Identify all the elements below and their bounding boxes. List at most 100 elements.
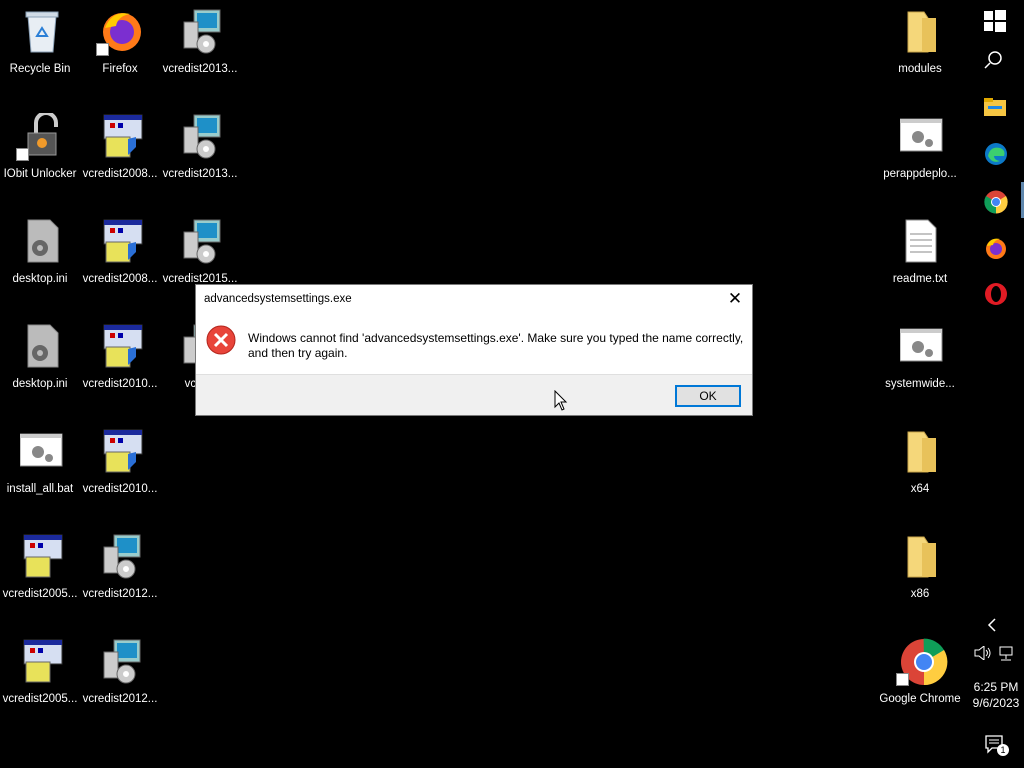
desktop-icon-recycle-bin[interactable]: Recycle Bin (0, 4, 80, 104)
setup-icon (20, 533, 64, 579)
icon-label: x86 (910, 588, 930, 600)
action-center-button[interactable]: 1 (968, 724, 1024, 768)
setup-icon (100, 323, 144, 369)
setup-icon (100, 113, 144, 159)
clock-date[interactable]: 9/6/2023 (968, 695, 1024, 711)
shortcut-arrow-icon (16, 148, 29, 161)
network-icon (999, 646, 1013, 661)
desktop-icon-modules[interactable]: modules (880, 4, 960, 104)
icon-label: vcredist2013... (162, 63, 238, 75)
desktop-icon-vcredist2013-b[interactable]: vcredist2013... (160, 109, 240, 209)
chevron-left-icon (987, 618, 996, 632)
desktop-icon-x64[interactable]: x64 (880, 424, 960, 524)
icon-label: perappdeplo... (883, 168, 957, 180)
setup-icon (100, 428, 144, 474)
file-explorer-button[interactable] (968, 86, 1024, 130)
search-button[interactable] (968, 40, 1024, 84)
desktop-icon-vcredist2010-b[interactable]: vcredist2010... (80, 424, 160, 524)
opera-icon (985, 283, 1007, 305)
dialog-title: advancedsystemsettings.exe (204, 293, 352, 305)
icon-label: vcredist2012... (82, 588, 158, 600)
icon-label: IObit Unlocker (3, 168, 77, 180)
icon-label: vcredist2008... (82, 273, 158, 285)
edge-button[interactable] (968, 132, 1024, 176)
iobit-unlocker-icon (16, 111, 64, 161)
icon-label: vcredist2010... (82, 378, 158, 390)
error-message: Windows cannot find 'advancedsystemsetti… (248, 331, 744, 360)
close-button[interactable]: ✕ (718, 285, 752, 313)
error-dialog: advancedsystemsettings.exe ✕ Windows can… (195, 284, 753, 416)
icon-label: systemwide... (885, 378, 955, 390)
desktop-icon-desktop-ini-a[interactable]: desktop.ini (0, 214, 80, 314)
opera-taskbar-button[interactable] (968, 272, 1024, 316)
desktop-icon-x86[interactable]: x86 (880, 529, 960, 629)
settings-file-icon (20, 218, 64, 264)
installer-icon (180, 113, 224, 159)
desktop-icon-vcredist2013-a[interactable]: vcredist2013... (160, 4, 240, 104)
edge-icon (985, 143, 1007, 165)
desktop-icon-vcredist2008-b[interactable]: vcredist2008... (80, 214, 160, 314)
firefox-icon (986, 238, 1006, 259)
setup-icon (100, 218, 144, 264)
icon-label: Google Chrome (879, 693, 961, 705)
error-icon (206, 325, 236, 360)
search-icon (984, 51, 1002, 69)
desktop-icon-google-chrome[interactable]: Google Chrome (879, 634, 961, 734)
installer-icon (100, 638, 144, 684)
desktop-icon-firefox[interactable]: Firefox (80, 4, 160, 104)
batch-file-icon (899, 113, 944, 159)
show-hidden-icons-button[interactable] (968, 610, 1024, 640)
desktop-icon-iobit-unlocker[interactable]: IObit Unlocker (0, 109, 80, 209)
taskbar: 6:25 PM 9/6/2023 1 (968, 0, 1024, 768)
chrome-icon (896, 638, 948, 686)
mouse-cursor-icon (554, 389, 568, 417)
icon-label: vcredist2013... (162, 168, 238, 180)
desktop-icon-vcredist2005-a[interactable]: vcredist2005... (0, 529, 80, 629)
desktop-icon-vcredist2008-a[interactable]: vcredist2008... (80, 109, 160, 209)
desktop-icon-perappdeploy[interactable]: perappdeplo... (880, 109, 960, 209)
batch-file-icon (19, 428, 64, 474)
start-button[interactable] (968, 0, 1024, 44)
folder-icon (900, 428, 944, 474)
installer-icon (180, 218, 224, 264)
installer-icon (180, 8, 224, 54)
icon-label: modules (898, 63, 942, 75)
icon-label: Firefox (102, 63, 138, 75)
icon-label: vcredist2005... (2, 588, 78, 600)
text-file-icon (900, 218, 944, 264)
icon-label: desktop.ini (12, 273, 68, 285)
dialog-footer: OK (196, 374, 752, 415)
ok-button[interactable]: OK (675, 385, 741, 407)
desktop-icon-readme[interactable]: readme.txt (880, 214, 960, 314)
icon-label: desktop.ini (12, 378, 68, 390)
network-button[interactable] (996, 640, 1024, 668)
desktop-icon-systemwide[interactable]: systemwide... (880, 319, 960, 419)
firefox-taskbar-button[interactable] (968, 226, 1024, 270)
desktop-icon-desktop-ini-b[interactable]: desktop.ini (0, 319, 80, 419)
icon-label: vcredist2010... (82, 483, 158, 495)
desktop-icon-vcredist2005-b[interactable]: vcredist2005... (0, 634, 80, 734)
desktop-icon-install-all[interactable]: install_all.bat (0, 424, 80, 524)
icon-label: readme.txt (892, 273, 948, 285)
desktop-icon-vcredist2012-b[interactable]: vcredist2012... (80, 634, 160, 734)
icon-label: install_all.bat (6, 483, 74, 495)
recycle-bin-icon (20, 8, 64, 54)
icon-label: x64 (910, 483, 930, 495)
folder-icon (900, 8, 944, 54)
notification-count-badge: 1 (997, 744, 1009, 756)
clock-time[interactable]: 6:25 PM (968, 679, 1024, 695)
icon-label: Recycle Bin (9, 63, 71, 75)
desktop-icon-vcredist2012-a[interactable]: vcredist2012... (80, 529, 160, 629)
icon-label: vcredist2005... (2, 693, 78, 705)
setup-icon (20, 638, 64, 684)
folder-icon (900, 533, 944, 579)
chrome-icon (984, 190, 1008, 214)
firefox-icon (96, 8, 144, 56)
icon-label: vcredist2012... (82, 693, 158, 705)
windows-logo-icon (984, 10, 1006, 32)
volume-button[interactable] (968, 640, 996, 668)
chrome-taskbar-button[interactable] (968, 180, 1024, 224)
speaker-icon (974, 646, 991, 660)
batch-file-icon (899, 323, 944, 369)
desktop-icon-vcredist2010-a[interactable]: vcredist2010... (80, 319, 160, 419)
